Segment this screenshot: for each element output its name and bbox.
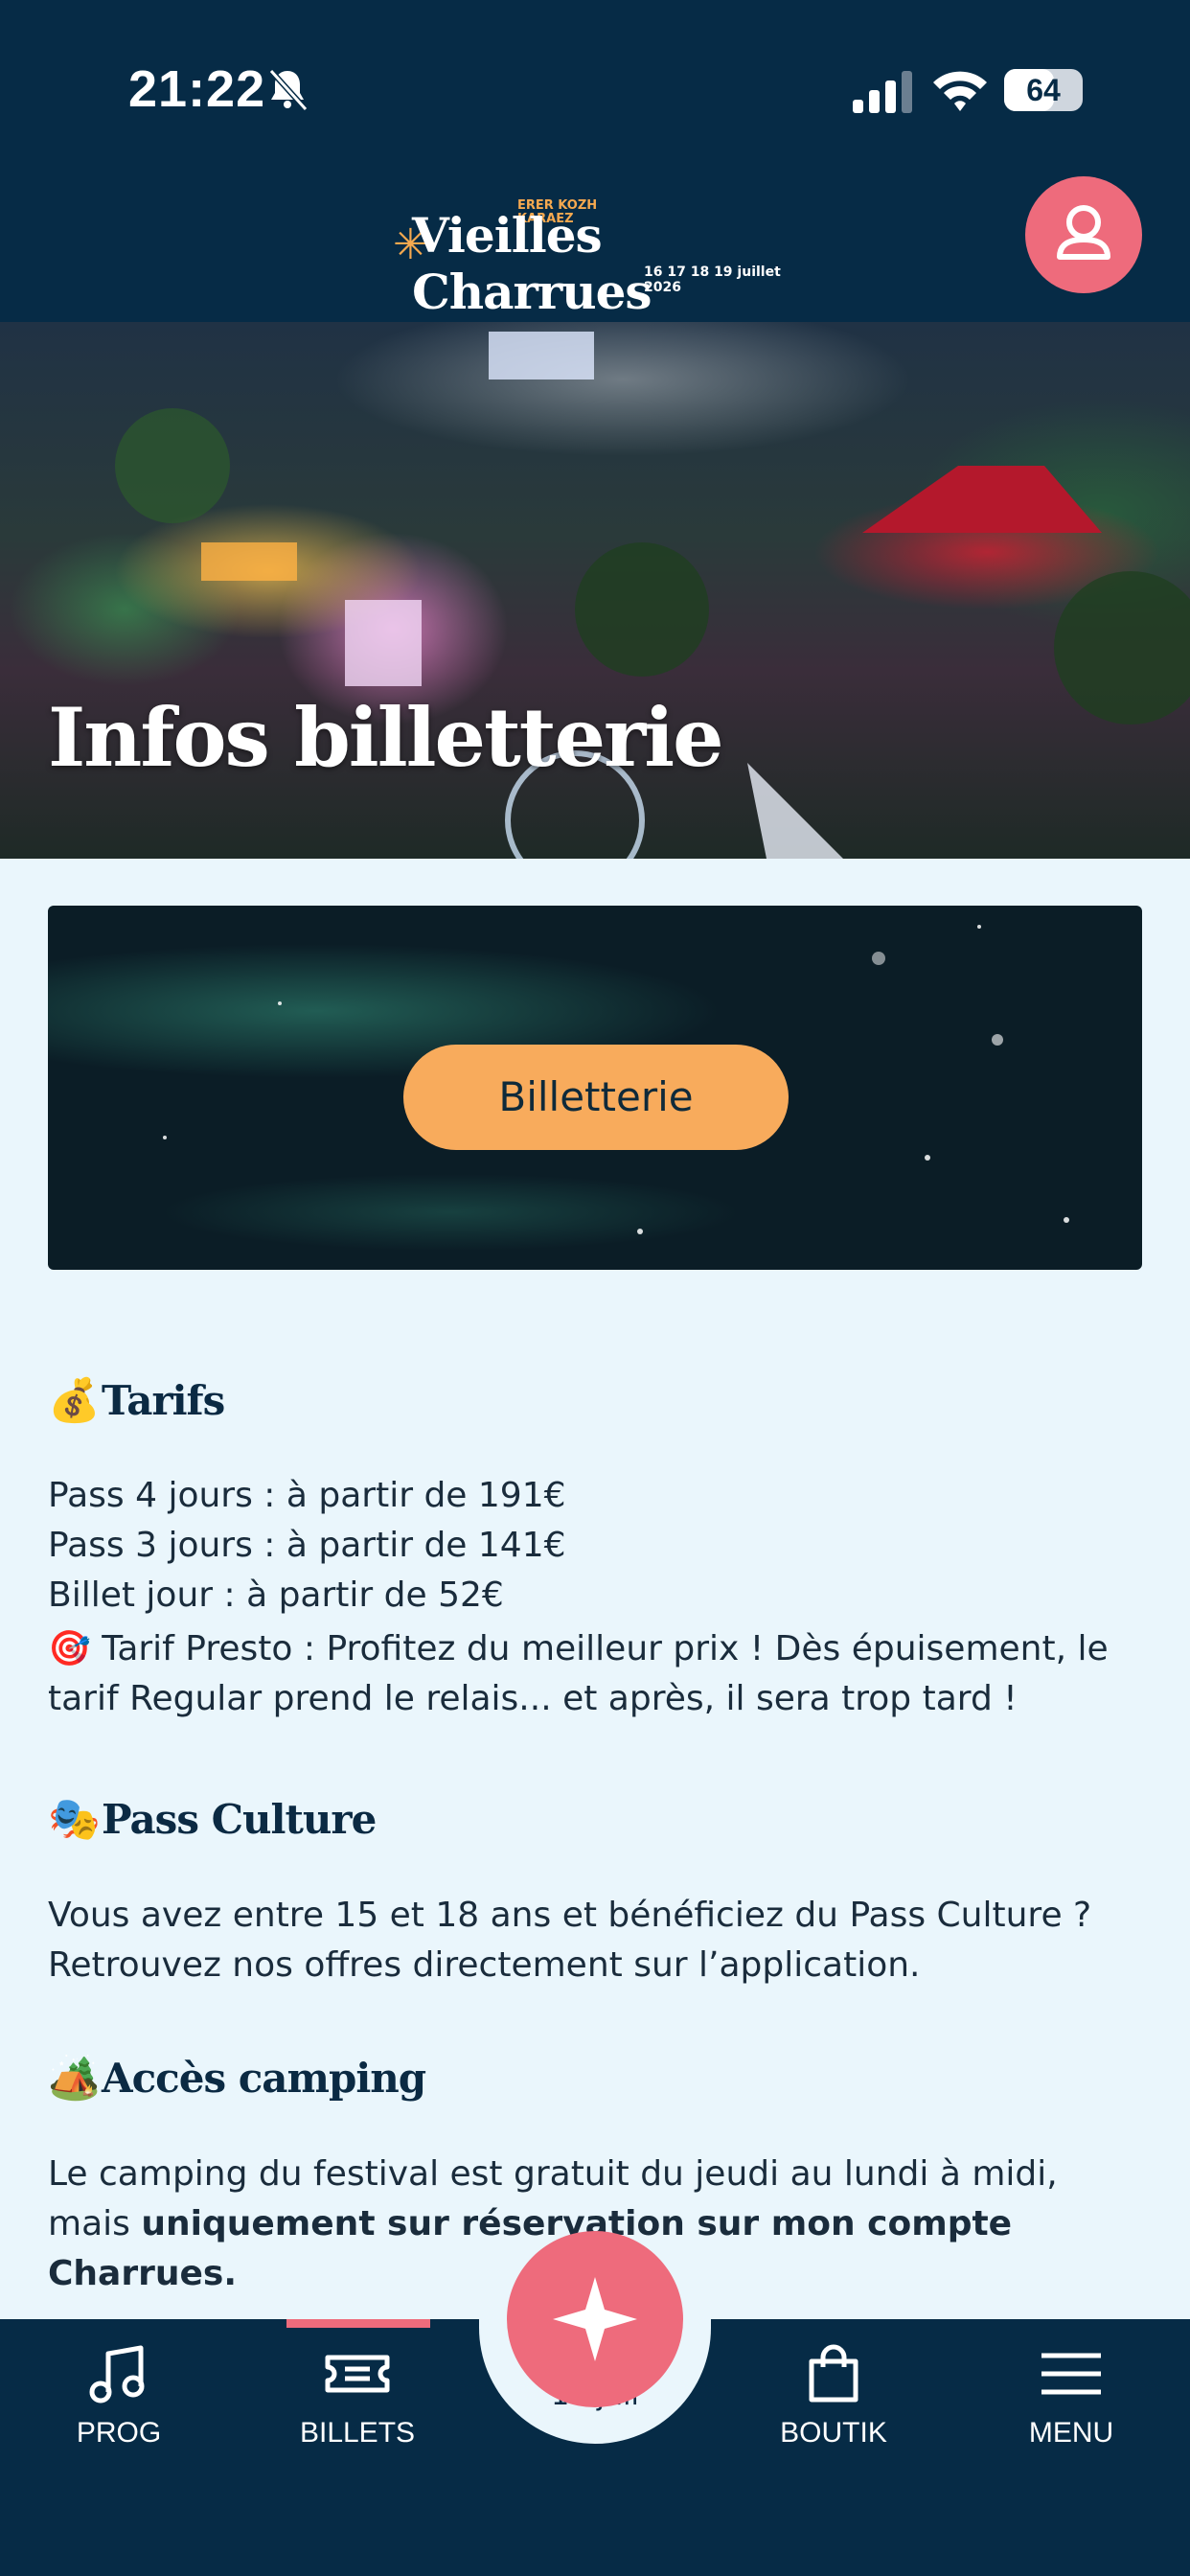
hero-banner: Infos billetterie	[0, 322, 1190, 859]
bell-muted-icon	[268, 68, 309, 112]
sparkle-star-icon	[553, 2277, 637, 2361]
cellular-signal-icon	[853, 71, 912, 113]
billetterie-button[interactable]: Billetterie	[403, 1045, 789, 1150]
tab-prog[interactable]: PROG	[23, 2319, 215, 2482]
tab-label: PROG	[76, 2417, 162, 2449]
profile-button[interactable]	[1025, 176, 1142, 293]
page-title: Infos billetterie	[48, 690, 724, 785]
user-icon	[1057, 205, 1110, 260]
camping-tent-icon: 🏕️	[48, 2054, 101, 2103]
money-bag-icon: 💰	[48, 1376, 101, 1425]
section-title-camping: 🏕️Accès camping	[48, 2054, 426, 2103]
festival-logo[interactable]: ✳ ERER KOZH KARAEZ Vieilles Charrues 16 …	[393, 192, 805, 321]
tarif-presto: 🎯 Tarif Presto : Profitez du meilleur pr…	[48, 1629, 1109, 1718]
tab-label: BILLETS	[299, 2417, 416, 2449]
tarifs-list: Pass 4 jours : à partir de 191€ Pass 3 j…	[48, 1471, 1150, 1724]
battery-indicator: 64	[1004, 69, 1083, 111]
section-title-pass-culture: 🎭Pass Culture	[48, 1795, 377, 1844]
tarif-line: Pass 4 jours : à partir de 191€	[48, 1476, 566, 1515]
target-icon: 🎯	[48, 1629, 91, 1668]
section-title-tarifs: 💰Tarifs	[48, 1376, 225, 1425]
logo-wordmark: Vieilles Charrues	[412, 207, 652, 320]
status-time: 21:22	[128, 60, 266, 118]
tarif-line: Billet jour : à partir de 52€	[48, 1576, 504, 1615]
shopping-bag-icon	[809, 2344, 858, 2403]
center-action-button[interactable]	[507, 2231, 683, 2407]
status-bar: 21:22 64	[0, 0, 1190, 163]
tab-billets[interactable]: BILLETS	[262, 2319, 453, 2482]
music-note-icon	[89, 2345, 145, 2404]
tab-label: BOUTIK	[780, 2417, 887, 2449]
tarif-line: Pass 3 jours : à partir de 141€	[48, 1526, 566, 1565]
ticketing-card: Billetterie	[48, 906, 1142, 1270]
app-header: ✳ ERER KOZH KARAEZ Vieilles Charrues 16 …	[0, 163, 1190, 322]
ticket-icon	[325, 2355, 390, 2393]
logo-dates: 16 17 18 19 juillet 2026	[644, 264, 781, 295]
tab-boutik[interactable]: BOUTIK	[738, 2319, 929, 2482]
tab-menu[interactable]: MENU	[975, 2319, 1167, 2482]
battery-percent: 64	[1026, 73, 1061, 107]
tab-label: MENU	[1028, 2417, 1114, 2449]
wifi-icon	[933, 71, 987, 111]
pass-culture-text: Vous avez entre 15 et 18 ans et bénéfici…	[48, 1896, 1092, 1985]
hamburger-menu-icon	[1041, 2353, 1101, 2395]
theater-masks-icon: 🎭	[48, 1795, 101, 1844]
